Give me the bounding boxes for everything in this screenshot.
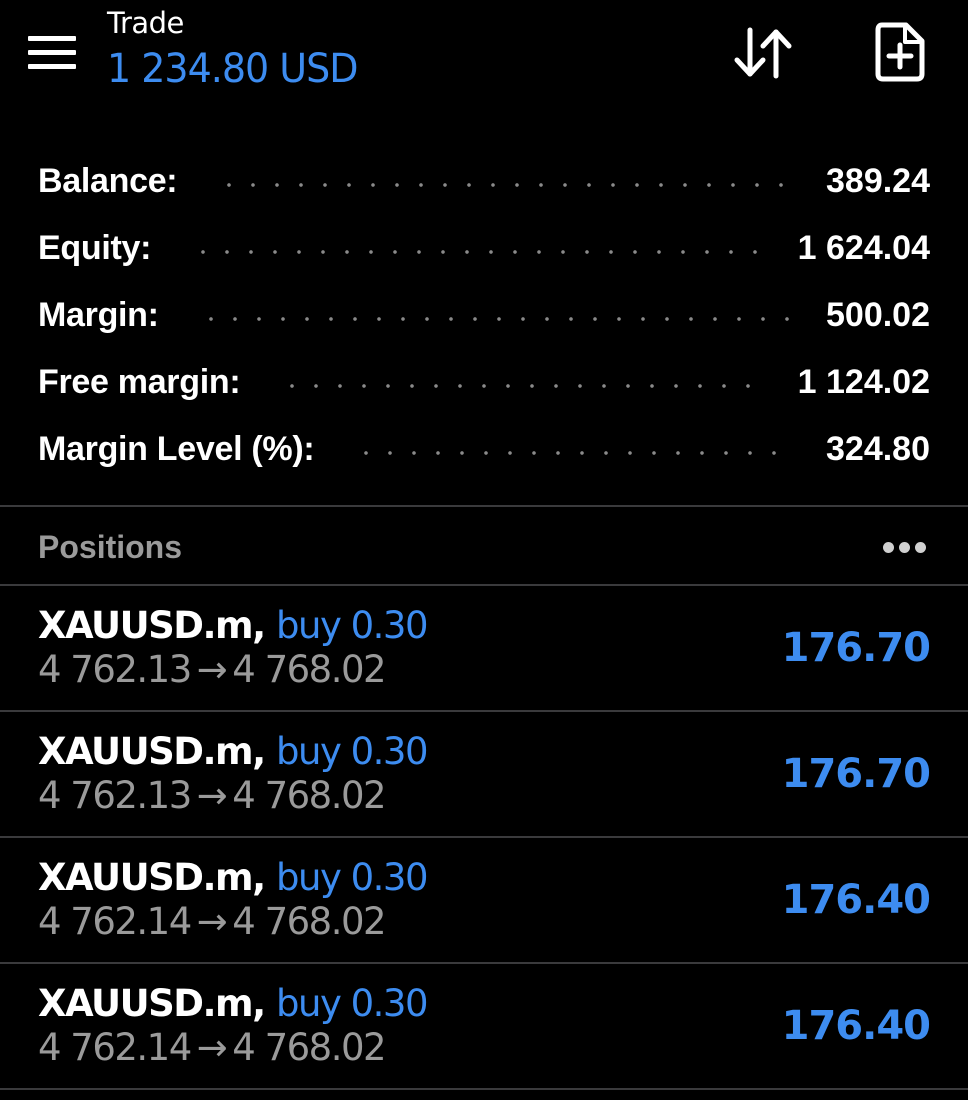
position-symbol: XAUUSD.m xyxy=(38,604,254,647)
position-type: buy 0.30 xyxy=(276,604,428,647)
current-price: 4 768.02 xyxy=(232,648,386,691)
position-symbol: XAUUSD.m xyxy=(38,982,254,1025)
divider xyxy=(0,1088,968,1090)
dotted-leader xyxy=(354,450,796,455)
position-title-line: XAUUSD.m, buy 0.30 xyxy=(38,730,429,773)
positions-header: Positions xyxy=(0,507,968,585)
summary-label: Balance: xyxy=(38,162,178,200)
dotted-leader xyxy=(191,249,768,254)
arrow-right-icon: → xyxy=(196,1026,228,1069)
positions-title: Positions xyxy=(38,529,183,565)
title-block: Trade 1 234.80 USD xyxy=(107,4,358,92)
summary-label: Equity: xyxy=(38,229,152,267)
position-symbol: XAUUSD.m xyxy=(38,856,254,899)
position-type: buy 0.30 xyxy=(276,982,428,1025)
position-row[interactable]: XAUUSD.m, buy 0.30 4 762.13 → 4 768.02 176… xyxy=(0,586,968,710)
position-profit: 176.70 xyxy=(781,625,931,671)
more-dots-icon[interactable] xyxy=(880,539,930,555)
position-row[interactable]: XAUUSD.m, buy 0.30 4 762.14 → 4 768.02 176… xyxy=(0,838,968,962)
summary-label: Free margin: xyxy=(38,363,241,401)
open-price: 4 762.13 xyxy=(38,648,192,691)
summary-row-balance: Balance: 389.24 xyxy=(0,148,968,215)
summary-label: Margin: xyxy=(38,296,159,334)
position-row[interactable]: XAUUSD.m, buy 0.30 4 762.13 → 4 768.02 176… xyxy=(0,712,968,836)
position-symbol: XAUUSD.m xyxy=(38,730,254,773)
position-type: buy 0.30 xyxy=(276,856,428,899)
arrow-right-icon: → xyxy=(196,900,228,943)
account-balance: 1 234.80 USD xyxy=(107,45,358,92)
sort-arrows-icon[interactable] xyxy=(733,26,793,80)
position-prices: 4 762.13 → 4 768.02 xyxy=(38,648,387,692)
summary-value: 324.80 xyxy=(826,430,930,468)
open-price: 4 762.14 xyxy=(38,900,192,943)
account-summary: Balance: 389.24 Equity: 1 624.04 Margin:… xyxy=(0,148,968,483)
current-price: 4 768.02 xyxy=(232,900,386,943)
position-profit: 176.40 xyxy=(781,877,931,923)
open-price: 4 762.14 xyxy=(38,1026,192,1069)
position-profit: 176.70 xyxy=(781,751,931,797)
summary-value: 1 124.02 xyxy=(797,363,930,401)
summary-value: 389.24 xyxy=(826,162,930,200)
summary-value: 1 624.04 xyxy=(797,229,930,267)
top-app-bar: Trade 1 234.80 USD xyxy=(0,0,968,130)
dotted-leader xyxy=(198,316,796,321)
position-prices: 4 762.14 → 4 768.02 xyxy=(38,900,387,944)
dotted-leader xyxy=(280,383,768,388)
summary-label: Margin Level (%): xyxy=(38,430,315,468)
new-document-plus-icon[interactable] xyxy=(874,22,926,82)
current-price: 4 768.02 xyxy=(232,774,386,817)
arrow-right-icon: → xyxy=(196,648,228,691)
position-row[interactable]: XAUUSD.m, buy 0.30 4 762.14 → 4 768.02 176… xyxy=(0,964,968,1088)
summary-row-margin-level: Margin Level (%): 324.80 xyxy=(0,416,968,483)
summary-row-margin: Margin: 500.02 xyxy=(0,282,968,349)
position-title-line: XAUUSD.m, buy 0.30 xyxy=(38,856,429,899)
summary-row-equity: Equity: 1 624.04 xyxy=(0,215,968,282)
position-type: buy 0.30 xyxy=(276,730,428,773)
position-prices: 4 762.14 → 4 768.02 xyxy=(38,1026,387,1070)
position-profit: 176.40 xyxy=(781,1003,931,1049)
position-title-line: XAUUSD.m, buy 0.30 xyxy=(38,982,429,1025)
summary-row-free-margin: Free margin: 1 124.02 xyxy=(0,349,968,416)
summary-value: 500.02 xyxy=(826,296,930,334)
arrow-right-icon: → xyxy=(196,774,228,817)
position-prices: 4 762.13 → 4 768.02 xyxy=(38,774,387,818)
hamburger-menu-icon[interactable] xyxy=(28,36,76,70)
current-price: 4 768.02 xyxy=(232,1026,386,1069)
open-price: 4 762.13 xyxy=(38,774,192,817)
page-title: Trade xyxy=(107,6,184,40)
dotted-leader xyxy=(217,182,796,187)
position-title-line: XAUUSD.m, buy 0.30 xyxy=(38,604,429,647)
